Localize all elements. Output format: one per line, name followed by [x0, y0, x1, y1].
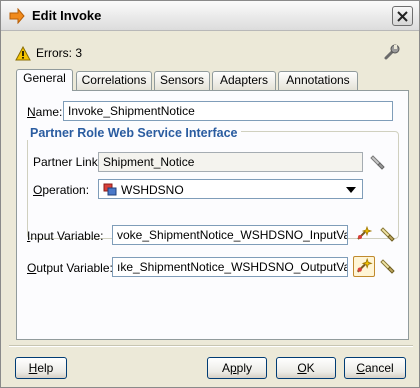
close-button[interactable] [392, 6, 413, 26]
output-variable-field[interactable]: ıke_ShipmentNotice_WSHDSNO_OutputVariabl… [112, 257, 348, 277]
invoke-arrow-icon [9, 8, 25, 24]
flashlight-icon[interactable] [369, 153, 387, 171]
errors-label: Errors: 3 [36, 46, 83, 60]
title-bar[interactable]: Edit Invoke [1, 1, 419, 31]
input-variable-field[interactable]: voke_ShipmentNotice_WSHDSNO_InputVariabl… [112, 225, 348, 245]
tab-label: Adapters [219, 73, 269, 87]
tab-label: Annotations [286, 73, 350, 87]
help-button[interactable]: Help [15, 357, 67, 379]
close-icon [397, 10, 408, 22]
operation-label: Operation: [33, 183, 90, 197]
create-variable-icon[interactable] [353, 256, 375, 277]
dialog-title: Edit Invoke [32, 8, 102, 23]
partner-link-field[interactable]: Shipment_Notice [98, 152, 363, 172]
name-label: Name: [27, 105, 63, 119]
create-variable-icon[interactable] [355, 225, 373, 243]
cancel-button[interactable]: Cancel [344, 357, 406, 379]
partner-role-group-title: Partner Role Web Service Interface [27, 126, 241, 140]
tab-sensors[interactable]: Sensors [154, 71, 210, 90]
button-separator [9, 345, 413, 347]
wrench-icon[interactable] [383, 43, 401, 61]
tab-label: General [23, 71, 66, 85]
input-variable-label: Input Variable: [27, 229, 104, 243]
flashlight-icon[interactable] [379, 225, 397, 243]
flashlight-icon[interactable] [379, 257, 397, 275]
tab-correlations[interactable]: Correlations [76, 71, 152, 90]
ok-button[interactable]: OK [276, 357, 336, 379]
general-tab-panel: Name: Invoke_ShipmentNotice Partner Role… [16, 90, 409, 340]
edit-invoke-dialog: Edit Invoke Errors: 3 General Correlatio… [0, 0, 420, 388]
tab-general[interactable]: General [16, 69, 73, 91]
tab-label: Correlations [81, 73, 147, 87]
warning-icon [15, 45, 31, 60]
output-variable-label: Output Variable: [27, 261, 113, 275]
apply-button[interactable]: Apply [207, 357, 267, 379]
tab-adapters[interactable]: Adapters [212, 71, 276, 90]
operation-value: WSHDSNO [121, 183, 184, 197]
errors-indicator[interactable]: Errors: 3 [15, 45, 82, 61]
partner-link-label: Partner Link: [33, 155, 102, 169]
chevron-down-icon [346, 187, 356, 193]
operation-icon [103, 183, 117, 196]
operation-select[interactable]: WSHDSNO [98, 179, 363, 199]
tab-label: Sensors [159, 73, 205, 87]
name-field[interactable]: Invoke_ShipmentNotice [63, 101, 393, 121]
tab-annotations[interactable]: Annotations [278, 71, 358, 90]
